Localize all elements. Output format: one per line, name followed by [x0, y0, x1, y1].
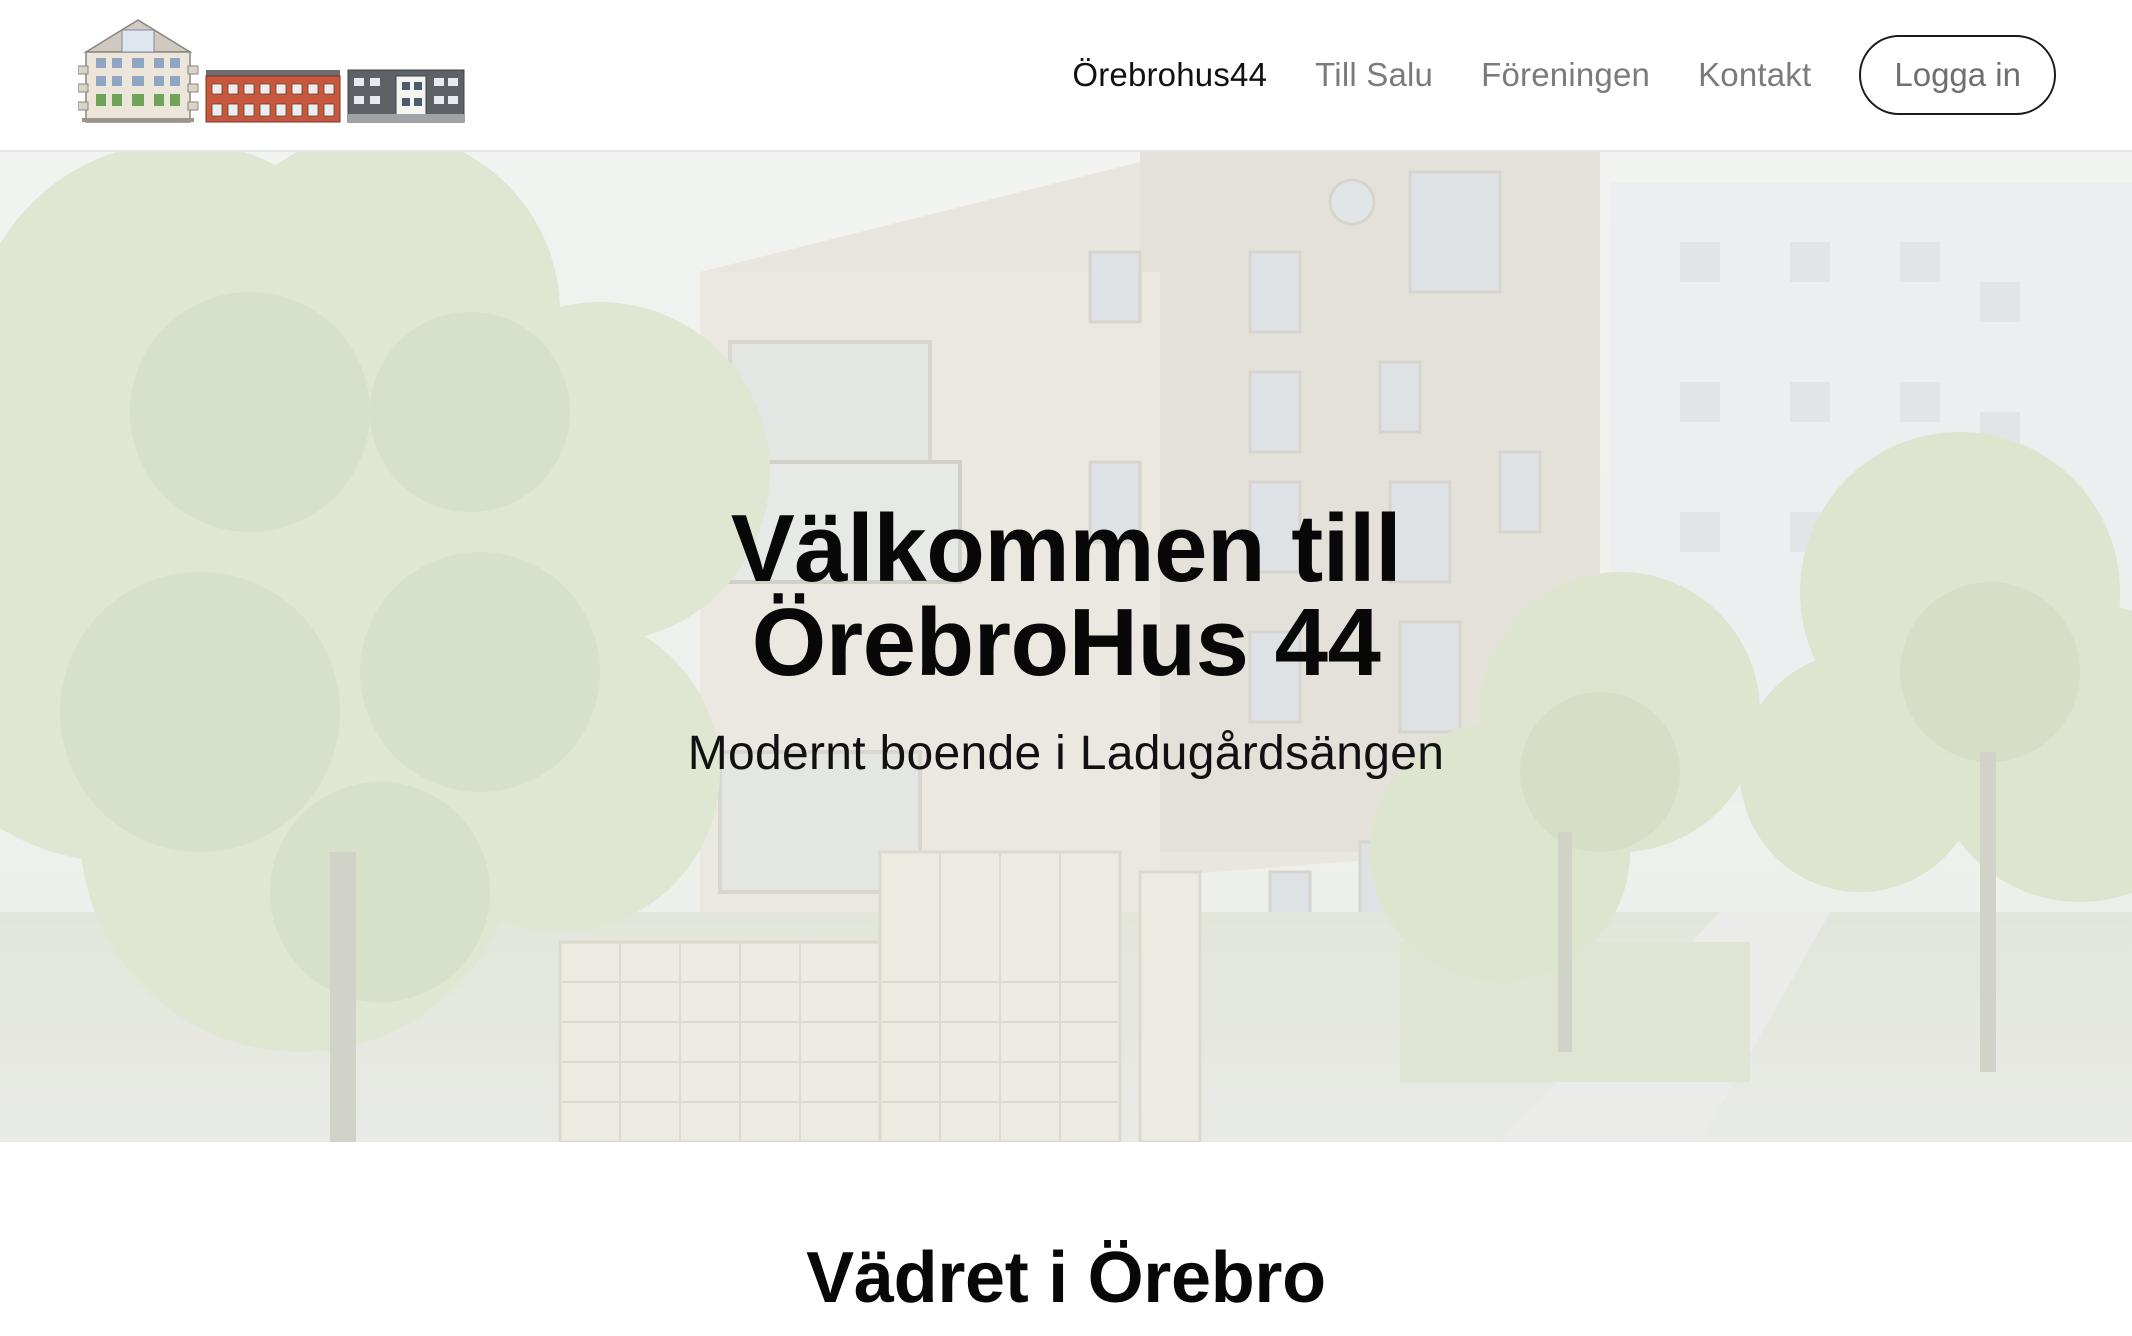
main-nav: Örebrohus44 Till Salu Föreningen Kontakt… — [1024, 0, 2056, 150]
nav-link-foreningen[interactable]: Föreningen — [1481, 56, 1650, 94]
logo-building-1 — [78, 19, 199, 123]
nav-link-kontakt[interactable]: Kontakt — [1698, 56, 1811, 94]
hero-subtitle: Modernt boende i Ladugårdsängen — [687, 727, 1445, 780]
site-logo[interactable] — [78, 18, 468, 126]
hero-title-line-2: ÖrebroHus 44 — [751, 589, 1381, 696]
hero-title: Välkommen till ÖrebroHus 44 — [0, 495, 2132, 696]
hero-section: Välkommen till ÖrebroHus 44 Modernt boen… — [0, 152, 2132, 1142]
hero-content: Välkommen till ÖrebroHus 44 Modernt boen… — [0, 495, 2132, 781]
nav-link-orebrohus44[interactable]: Örebrohus44 — [1072, 56, 1267, 94]
weather-section-title: Vädret i Örebro — [806, 1238, 1326, 1318]
logo-building-2 — [205, 70, 341, 123]
login-button[interactable]: Logga in — [1859, 35, 2056, 115]
logo-building-3 — [347, 69, 465, 123]
nav-link-till-salu[interactable]: Till Salu — [1315, 56, 1433, 94]
hero-title-line-1: Välkommen till — [730, 495, 1402, 602]
site-header: Örebrohus44 Till Salu Föreningen Kontakt… — [0, 0, 2132, 152]
